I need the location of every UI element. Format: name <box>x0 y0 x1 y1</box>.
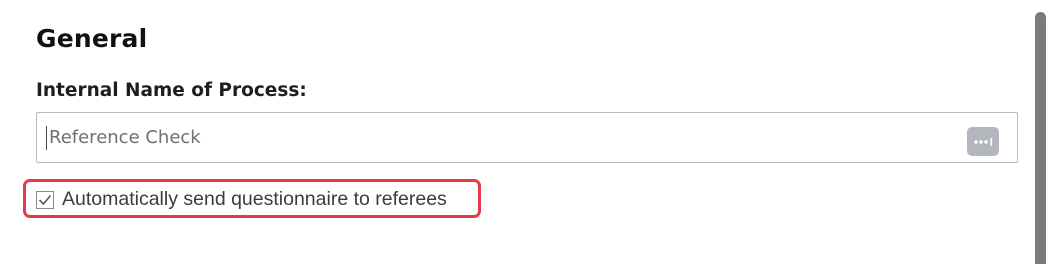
auto-send-checkbox[interactable] <box>36 190 54 209</box>
general-settings-panel: General Internal Name of Process: Automa… <box>0 0 1051 264</box>
section-title: General <box>36 24 148 53</box>
ellipsis-icon <box>974 137 993 146</box>
scrollbar-thumb[interactable] <box>1035 12 1046 264</box>
process-name-field <box>36 112 1018 163</box>
checkmark-icon <box>38 194 52 205</box>
auto-send-checkbox-row[interactable]: Automatically send questionnaire to refe… <box>36 188 447 211</box>
field-options-button[interactable] <box>967 127 999 156</box>
vertical-scrollbar[interactable] <box>1031 0 1051 264</box>
process-name-label: Internal Name of Process: <box>36 80 307 101</box>
process-name-input[interactable] <box>46 126 946 150</box>
auto-send-label: Automatically send questionnaire to refe… <box>62 188 447 210</box>
